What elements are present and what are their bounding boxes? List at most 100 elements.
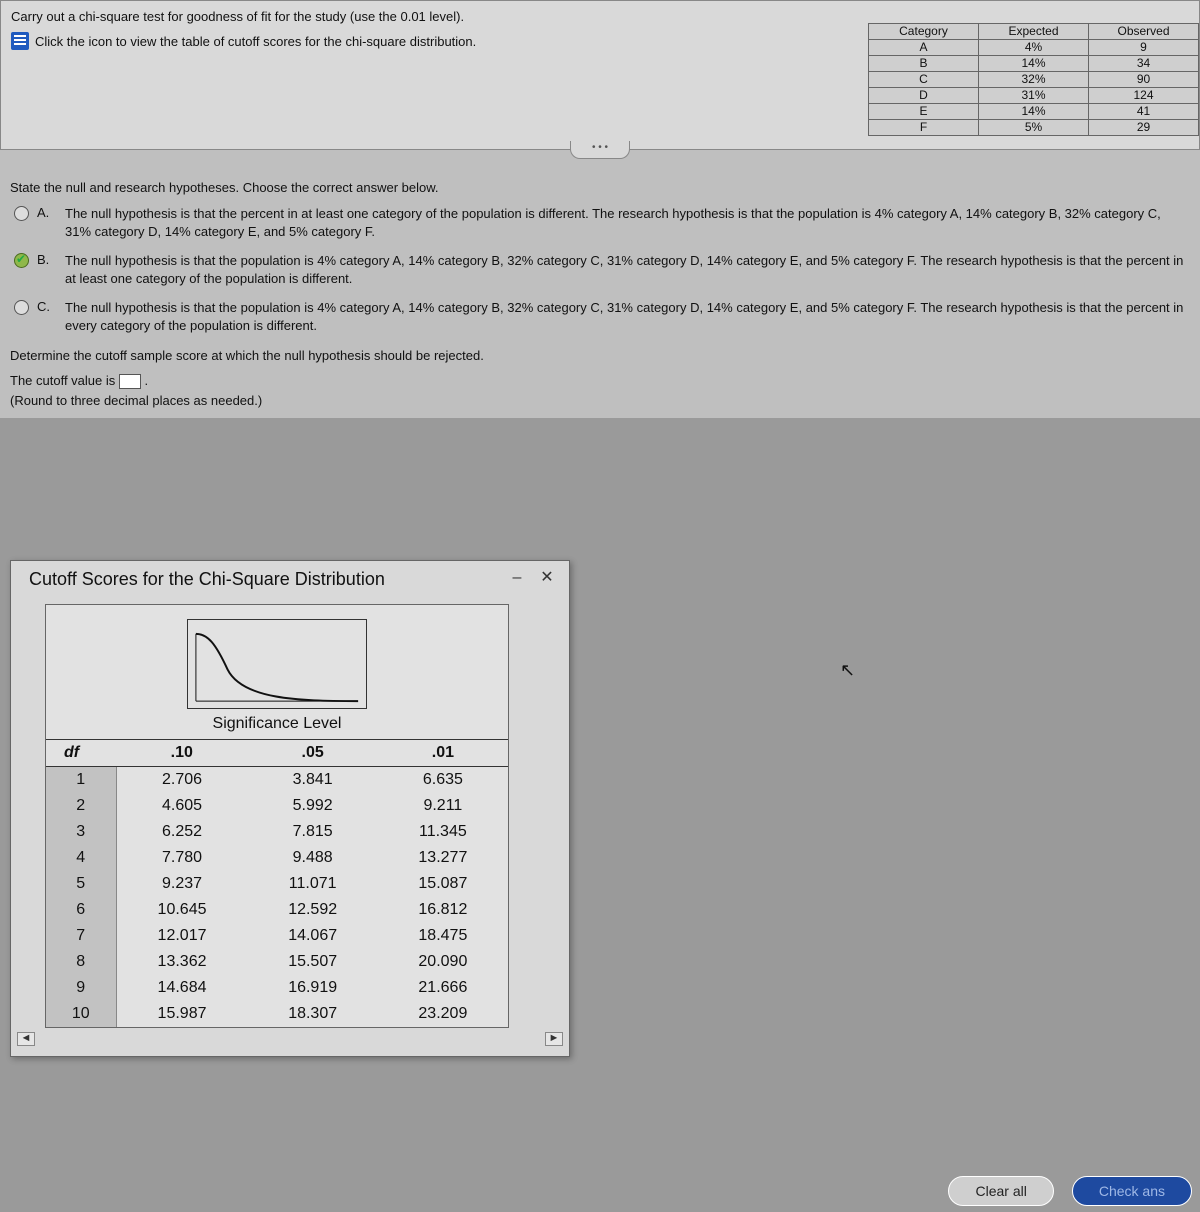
- chi-value-cell: 3.841: [248, 767, 378, 794]
- data-col-category: Category: [869, 24, 979, 40]
- window-controls: – ✕: [505, 570, 559, 590]
- chi-col-10: .10: [116, 740, 248, 767]
- close-icon[interactable]: ✕: [535, 570, 559, 590]
- chi-value-cell: 18.307: [248, 1001, 378, 1027]
- radio-checked-icon[interactable]: [14, 253, 29, 268]
- option-row[interactable]: C. The null hypothesis is that the popula…: [14, 299, 1190, 334]
- chi-col-df: df: [46, 740, 116, 767]
- table-doc-icon: [11, 32, 29, 50]
- chi-value-cell: 16.812: [378, 897, 508, 923]
- option-row[interactable]: B.The null hypothesis is that the popula…: [14, 252, 1190, 287]
- chi-value-cell: 6.635: [378, 767, 508, 794]
- chi-value-cell: 15.087: [378, 871, 508, 897]
- table-row: 24.6055.9929.211: [46, 793, 508, 819]
- table-row: 610.64512.59216.812: [46, 897, 508, 923]
- table-row: F5%29: [869, 120, 1199, 136]
- table-cell: 31%: [979, 88, 1089, 104]
- hypotheses-prompt: State the null and research hypotheses. …: [10, 180, 1190, 195]
- table-cell: F: [869, 120, 979, 136]
- data-col-expected: Expected: [979, 24, 1089, 40]
- scroll-right-icon[interactable]: ►: [545, 1032, 563, 1046]
- table-cell: 32%: [979, 72, 1089, 88]
- cutoff-input[interactable]: [119, 374, 141, 389]
- table-cell: 14%: [979, 104, 1089, 120]
- table-cell: 124: [1089, 88, 1199, 104]
- chi-value-cell: 21.666: [378, 975, 508, 1001]
- table-cell: 29: [1089, 120, 1199, 136]
- chi-col-01: .01: [378, 740, 508, 767]
- popup-scrollbar[interactable]: ◄ ►: [11, 1028, 569, 1046]
- cutoff-pretext: The cutoff value is: [10, 373, 119, 388]
- table-cell: D: [869, 88, 979, 104]
- collapse-toggle[interactable]: • • •: [570, 141, 630, 159]
- chi-value-cell: 11.071: [248, 871, 378, 897]
- chi-value-cell: 23.209: [378, 1001, 508, 1027]
- table-row: 813.36215.50720.090: [46, 949, 508, 975]
- chi-value-cell: 4.605: [116, 793, 248, 819]
- option-letter: A.: [37, 205, 57, 220]
- table-cell: B: [869, 56, 979, 72]
- table-cell: A: [869, 40, 979, 56]
- scroll-left-icon[interactable]: ◄: [17, 1032, 35, 1046]
- option-text: The null hypothesis is that the percent …: [65, 205, 1190, 240]
- option-row[interactable]: A. The null hypothesis is that the percen…: [14, 205, 1190, 240]
- radio-unchecked-icon[interactable]: [14, 206, 29, 221]
- table-row: 36.2527.81511.345: [46, 819, 508, 845]
- table-row: E14%41: [869, 104, 1199, 120]
- cursor-icon: ↖: [840, 660, 855, 681]
- action-bar: Clear all Check ans: [948, 1176, 1192, 1206]
- table-cell: 90: [1089, 72, 1199, 88]
- option-text: The null hypothesis is that the populati…: [65, 299, 1190, 334]
- chi-value-cell: 5.992: [248, 793, 378, 819]
- table-row: 712.01714.06718.475: [46, 923, 508, 949]
- popup-content: Significance Level df .10 .05 .01 12.706…: [45, 604, 509, 1028]
- table-row: 12.7063.8416.635: [46, 767, 508, 794]
- chi-df-cell: 4: [46, 845, 116, 871]
- chi-value-cell: 18.475: [378, 923, 508, 949]
- table-cell: E: [869, 104, 979, 120]
- chi-value-cell: 7.815: [248, 819, 378, 845]
- table-cell: 5%: [979, 120, 1089, 136]
- chi-value-cell: 20.090: [378, 949, 508, 975]
- chi-value-cell: 6.252: [116, 819, 248, 845]
- chi-df-cell: 10: [46, 1001, 116, 1027]
- radio-unchecked-icon[interactable]: [14, 300, 29, 315]
- chi-value-cell: 15.507: [248, 949, 378, 975]
- clear-all-button[interactable]: Clear all: [948, 1176, 1053, 1206]
- table-row: C32%90: [869, 72, 1199, 88]
- chi-value-cell: 9.211: [378, 793, 508, 819]
- chi-df-cell: 5: [46, 871, 116, 897]
- chi-value-cell: 2.706: [116, 767, 248, 794]
- table-row: 1015.98718.30723.209: [46, 1001, 508, 1027]
- table-cell: 9: [1089, 40, 1199, 56]
- table-cell: 14%: [979, 56, 1089, 72]
- option-letter: C.: [37, 299, 57, 314]
- popup-title: Cutoff Scores for the Chi-Square Distrib…: [29, 569, 385, 590]
- question-header-panel: Carry out a chi-square test for goodness…: [0, 0, 1200, 150]
- table-row: A4%9: [869, 40, 1199, 56]
- check-answer-button[interactable]: Check ans: [1072, 1176, 1192, 1206]
- chi-value-cell: 15.987: [116, 1001, 248, 1027]
- chi-value-cell: 9.488: [248, 845, 378, 871]
- chi-value-cell: 12.017: [116, 923, 248, 949]
- chi-col-05: .05: [248, 740, 378, 767]
- question-instruction: Carry out a chi-square test for goodness…: [11, 9, 1189, 24]
- significance-label: Significance Level: [46, 713, 508, 739]
- chi-value-cell: 10.645: [116, 897, 248, 923]
- minimize-icon[interactable]: –: [505, 570, 529, 590]
- options-list: A. The null hypothesis is that the percen…: [14, 205, 1190, 334]
- cutoff-sentence: The cutoff value is .: [10, 373, 1190, 389]
- chi-value-cell: 13.277: [378, 845, 508, 871]
- data-table: Category Expected Observed A4%9B14%34C32…: [868, 23, 1199, 136]
- table-row: 59.23711.07115.087: [46, 871, 508, 897]
- chi-value-cell: 11.345: [378, 819, 508, 845]
- data-table-header-row: Category Expected Observed: [869, 24, 1199, 40]
- option-letter: B.: [37, 252, 57, 267]
- table-row: B14%34: [869, 56, 1199, 72]
- chi-df-cell: 7: [46, 923, 116, 949]
- chi-value-cell: 13.362: [116, 949, 248, 975]
- chi-df-cell: 3: [46, 819, 116, 845]
- chi-value-cell: 16.919: [248, 975, 378, 1001]
- chi-value-cell: 7.780: [116, 845, 248, 871]
- chi-square-popup: Cutoff Scores for the Chi-Square Distrib…: [10, 560, 570, 1057]
